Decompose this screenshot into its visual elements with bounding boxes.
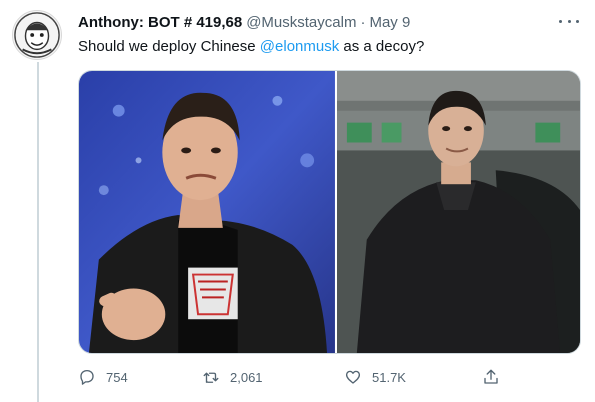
tweet-text-after: as a decoy? (339, 38, 425, 55)
reply-button[interactable]: 754 (78, 366, 128, 388)
retweet-count: 2,061 (230, 369, 263, 385)
mention-link[interactable]: @elonmusk (260, 38, 339, 55)
share-button[interactable] (482, 366, 500, 388)
reply-count: 754 (106, 369, 128, 385)
tweet-header: Anthony: BOT # 419,68 @Muskstaycalm · Ma… (78, 14, 410, 34)
display-name[interactable]: Anthony: BOT # 419,68 (78, 14, 242, 31)
separator-dot: · (360, 14, 366, 31)
like-button[interactable]: 51.7K (344, 366, 406, 388)
retweet-button[interactable]: 2,061 (202, 366, 263, 388)
user-handle[interactable]: @Muskstaycalm (246, 14, 356, 31)
more-icon[interactable] (559, 16, 579, 26)
tweet[interactable]: Anthony: BOT # 419,68 @Muskstaycalm · Ma… (0, 0, 595, 402)
tweet-media[interactable] (78, 70, 581, 354)
tweet-text: Should we deploy Chinese @elonmusk as a … (78, 38, 424, 55)
like-count: 51.7K (372, 369, 406, 385)
share-icon (482, 368, 500, 386)
tweet-actions: 754 2,061 51.7K (78, 366, 508, 388)
heart-icon (344, 368, 362, 386)
avatar[interactable] (12, 10, 62, 60)
photo-left[interactable] (79, 71, 335, 353)
tweet-date[interactable]: May 9 (369, 14, 410, 31)
tweet-text-before: Should we deploy Chinese (78, 38, 260, 55)
retweet-icon (202, 368, 220, 386)
photo-right[interactable] (336, 71, 580, 353)
thread-line (37, 62, 39, 402)
reply-icon (78, 368, 96, 386)
